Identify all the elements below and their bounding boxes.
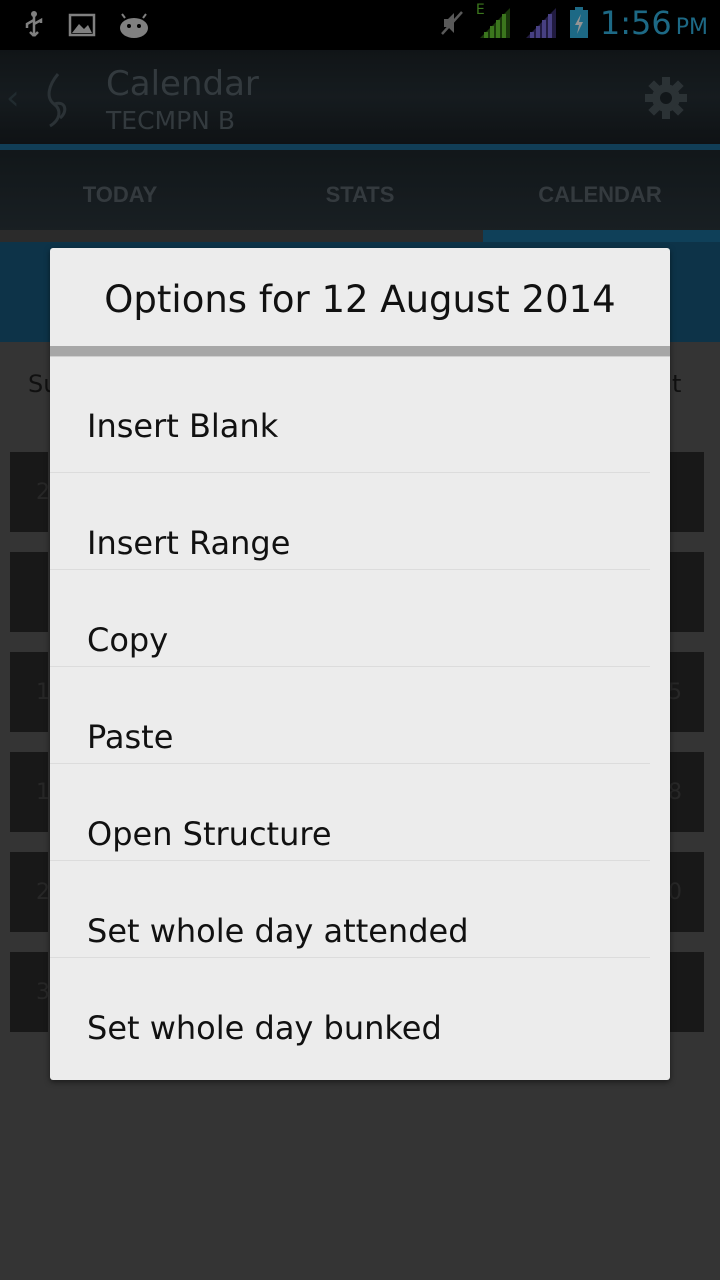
dialog-title-divider — [50, 346, 670, 357]
option-insert-range[interactable]: Insert Range — [50, 473, 650, 570]
option-open-structure[interactable]: Open Structure — [50, 764, 650, 861]
option-copy[interactable]: Copy — [50, 570, 650, 667]
option-insert-blank[interactable]: Insert Blank — [50, 357, 650, 473]
option-set-whole-day-attended[interactable]: Set whole day attended — [50, 861, 650, 958]
options-list: Insert Blank Insert Range Copy Paste Ope… — [50, 357, 670, 1055]
options-dialog: Options for 12 August 2014 Insert Blank … — [50, 248, 670, 1080]
option-paste[interactable]: Paste — [50, 667, 650, 764]
dialog-title: Options for 12 August 2014 — [104, 278, 616, 321]
option-set-whole-day-bunked[interactable]: Set whole day bunked — [50, 958, 650, 1055]
